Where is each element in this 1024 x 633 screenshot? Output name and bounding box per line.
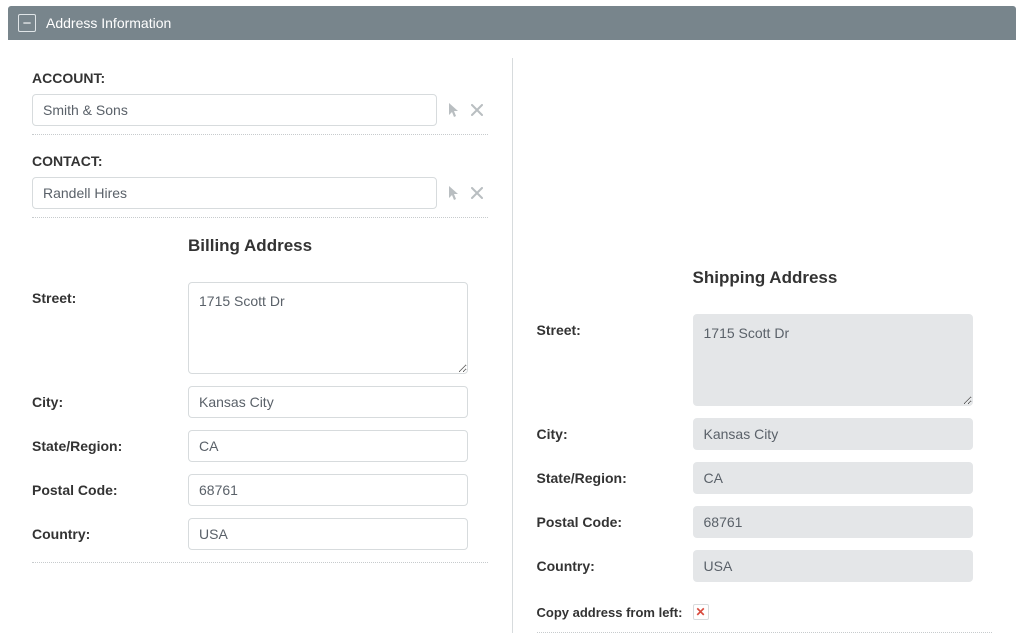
copy-address-label: Copy address from left: <box>537 605 693 620</box>
divider <box>32 134 488 135</box>
shipping-postal-label: Postal Code: <box>537 506 693 530</box>
columns: ACCOUNT: CONTACT: <box>8 58 1016 633</box>
cursor-icon[interactable] <box>447 102 461 118</box>
cursor-icon[interactable] <box>447 185 461 201</box>
shipping-postal-row: Postal Code: <box>537 506 993 538</box>
shipping-state-row: State/Region: <box>537 462 993 494</box>
billing-city-input[interactable] <box>188 386 468 418</box>
shipping-city-row: City: <box>537 418 993 450</box>
billing-country-input[interactable] <box>188 518 468 550</box>
billing-state-input[interactable] <box>188 430 468 462</box>
shipping-state-input <box>693 462 973 494</box>
shipping-country-label: Country: <box>537 550 693 574</box>
divider <box>32 562 488 563</box>
divider <box>32 217 488 218</box>
shipping-street-label: Street: <box>537 314 693 338</box>
contact-row <box>32 177 488 209</box>
page: − Address Information ACCOUNT: CONTACT: <box>0 0 1024 630</box>
billing-street-label: Street: <box>32 282 188 306</box>
billing-state-label: State/Region: <box>32 430 188 454</box>
shipping-state-label: State/Region: <box>537 462 693 486</box>
shipping-city-label: City: <box>537 418 693 442</box>
account-label: ACCOUNT: <box>32 70 488 86</box>
billing-title: Billing Address <box>188 236 488 256</box>
account-input[interactable] <box>32 94 437 126</box>
panel-body: ACCOUNT: CONTACT: <box>8 40 1016 633</box>
shipping-postal-input <box>693 506 973 538</box>
shipping-country-input <box>693 550 973 582</box>
shipping-country-row: Country: <box>537 550 993 582</box>
copy-address-row: Copy address from left: ✕ <box>537 604 993 620</box>
billing-city-row: City: <box>32 386 488 418</box>
account-row <box>32 94 488 126</box>
shipping-street-input <box>693 314 973 406</box>
billing-country-label: Country: <box>32 518 188 542</box>
billing-street-row: Street: <box>32 282 488 374</box>
billing-street-input[interactable] <box>188 282 468 374</box>
shipping-street-row: Street: <box>537 314 993 406</box>
shipping-title: Shipping Address <box>693 268 993 288</box>
column-right: Shipping Address Street: City: State/Reg… <box>513 58 1017 633</box>
copy-address-checkbox[interactable]: ✕ <box>693 604 709 620</box>
billing-country-row: Country: <box>32 518 488 550</box>
billing-postal-input[interactable] <box>188 474 468 506</box>
panel-header: − Address Information <box>8 6 1016 40</box>
shipping-city-input <box>693 418 973 450</box>
billing-state-row: State/Region: <box>32 430 488 462</box>
billing-postal-label: Postal Code: <box>32 474 188 498</box>
panel-title: Address Information <box>46 15 171 31</box>
billing-postal-row: Postal Code: <box>32 474 488 506</box>
contact-input[interactable] <box>32 177 437 209</box>
clear-icon[interactable] <box>471 104 483 116</box>
billing-city-label: City: <box>32 386 188 410</box>
collapse-icon[interactable]: − <box>18 14 36 32</box>
spacer <box>537 70 993 250</box>
column-left: ACCOUNT: CONTACT: <box>8 58 513 633</box>
clear-icon[interactable] <box>471 187 483 199</box>
contact-label: CONTACT: <box>32 153 488 169</box>
